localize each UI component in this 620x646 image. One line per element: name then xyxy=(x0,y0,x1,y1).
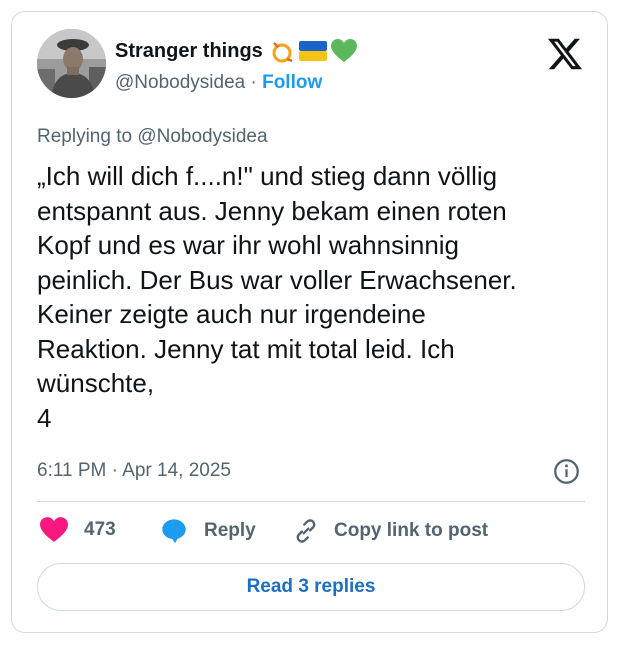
handle-separator: · xyxy=(250,72,257,93)
read-replies-button[interactable]: Read 3 replies xyxy=(37,563,585,611)
green-heart-icon xyxy=(330,39,357,62)
like-count: 473 xyxy=(84,519,116,540)
reply-button[interactable]: Reply xyxy=(160,517,256,545)
circus-hoop-icon xyxy=(272,42,293,63)
copy-link-button[interactable]: Copy link to post xyxy=(292,517,488,545)
x-logo-icon[interactable] xyxy=(548,37,582,71)
reply-bubble-icon xyxy=(162,519,186,544)
tweet-timestamp[interactable]: 6:11 PM · Apr 14, 2025 xyxy=(37,460,231,482)
avatar[interactable] xyxy=(37,29,106,98)
author-display-name[interactable]: Stranger things xyxy=(115,40,263,63)
heart-icon xyxy=(40,517,68,542)
tweet-card: Stranger things @Nobodysidea · Follow Re… xyxy=(11,11,608,633)
author-handle[interactable]: @Nobodysidea xyxy=(115,72,245,93)
author-display-name-row[interactable]: Stranger things xyxy=(115,39,357,63)
like-button[interactable]: 473 xyxy=(40,517,116,543)
avatar-photo xyxy=(37,29,106,98)
reply-label: Reply xyxy=(204,520,256,541)
reply-context-mention[interactable]: @Nobodysidea xyxy=(137,126,267,147)
copy-link-label: Copy link to post xyxy=(334,520,489,541)
follow-link[interactable]: Follow xyxy=(262,72,322,93)
tweet-text: „Ich will dich f....n!" und stieg dann v… xyxy=(37,161,517,433)
name-emojis xyxy=(269,39,357,63)
author-handle-row: @Nobodysidea · Follow xyxy=(115,72,322,94)
divider xyxy=(37,501,585,502)
reply-context-prefix: Replying to xyxy=(37,126,133,147)
reply-context: Replying to @Nobodysidea xyxy=(37,126,268,148)
ukraine-flag-icon xyxy=(298,41,327,61)
read-replies-label: Read 3 replies xyxy=(246,576,376,597)
info-icon[interactable] xyxy=(553,458,580,485)
link-icon xyxy=(296,519,316,543)
